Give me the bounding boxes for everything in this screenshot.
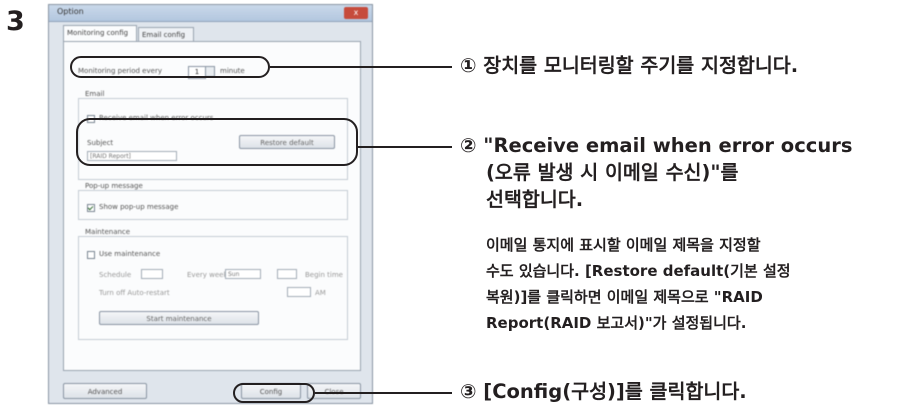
show-popup-label: Show pop-up message (99, 203, 179, 211)
description-line-4: Report(RAID 보고서)"가 설정됩니다. (486, 314, 747, 332)
maintenance-group: Maintenance Use maintenance Schedule Eve… (78, 228, 348, 340)
callout-1-leader (270, 66, 452, 68)
show-popup-checkbox[interactable] (87, 204, 95, 212)
description-line-3: 복원)]를 클릭하면 이메일 제목으로 "RAID (486, 288, 763, 306)
turn-off-time-field[interactable] (287, 287, 311, 297)
popup-group: Pop-up message Show pop-up message (78, 182, 348, 220)
every-week-label: Every week (187, 271, 228, 279)
tab-email-config[interactable]: Email config (138, 27, 194, 41)
email-group-label: Email (83, 90, 107, 98)
description-line-2: 수도 있습니다. [Restore default(기본 설정 (486, 262, 791, 280)
callout-2-line-3: 선택합니다. (486, 188, 584, 211)
dialog-title: Option (57, 7, 84, 16)
advanced-button[interactable]: Advanced (63, 383, 147, 399)
callout-2-line-1: ② "Receive email when error occurs (460, 134, 853, 157)
callout-3-highlight (233, 383, 315, 403)
callout-1-highlight (70, 56, 270, 78)
callout-1-text: ① 장치를 모니터링할 주기를 지정합니다. (460, 54, 799, 77)
turn-off-label: Turn off Auto-restart (99, 289, 170, 297)
schedule-label: Schedule (99, 271, 132, 279)
callout-2-highlight (76, 118, 358, 166)
step-number: 3 (6, 6, 25, 37)
begin-time-label: Begin time (305, 271, 343, 279)
schedule-field[interactable] (141, 269, 163, 279)
close-button[interactable]: Close (307, 383, 361, 399)
am-label: AM (315, 289, 326, 297)
dialog-title-bar: Option x (49, 5, 372, 22)
tab-monitoring-config[interactable]: Monitoring config (63, 25, 137, 41)
weekday-select[interactable]: Sun (225, 269, 261, 279)
callout-3-leader (315, 392, 452, 394)
dialog-close-icon[interactable]: x (344, 7, 368, 19)
popup-group-label: Pop-up message (83, 182, 145, 190)
callout-2-line-2: (오류 발생 시 이메일 수신)"를 (486, 161, 739, 184)
settings-panel: Monitoring period every 1 minute Email R… (63, 41, 361, 371)
callout-3-text: ③ [Config(구성)]를 클릭합니다. (460, 380, 747, 403)
start-maintenance-button[interactable]: Start maintenance (99, 311, 259, 325)
use-maintenance-checkbox[interactable] (87, 251, 95, 259)
callout-2-leader (358, 146, 452, 148)
use-maintenance-label: Use maintenance (99, 250, 161, 258)
maintenance-group-label: Maintenance (83, 228, 133, 236)
description-line-1: 이메일 통지에 표시할 이메일 제목을 지정할 (486, 236, 761, 254)
begin-time-field[interactable] (277, 269, 297, 279)
